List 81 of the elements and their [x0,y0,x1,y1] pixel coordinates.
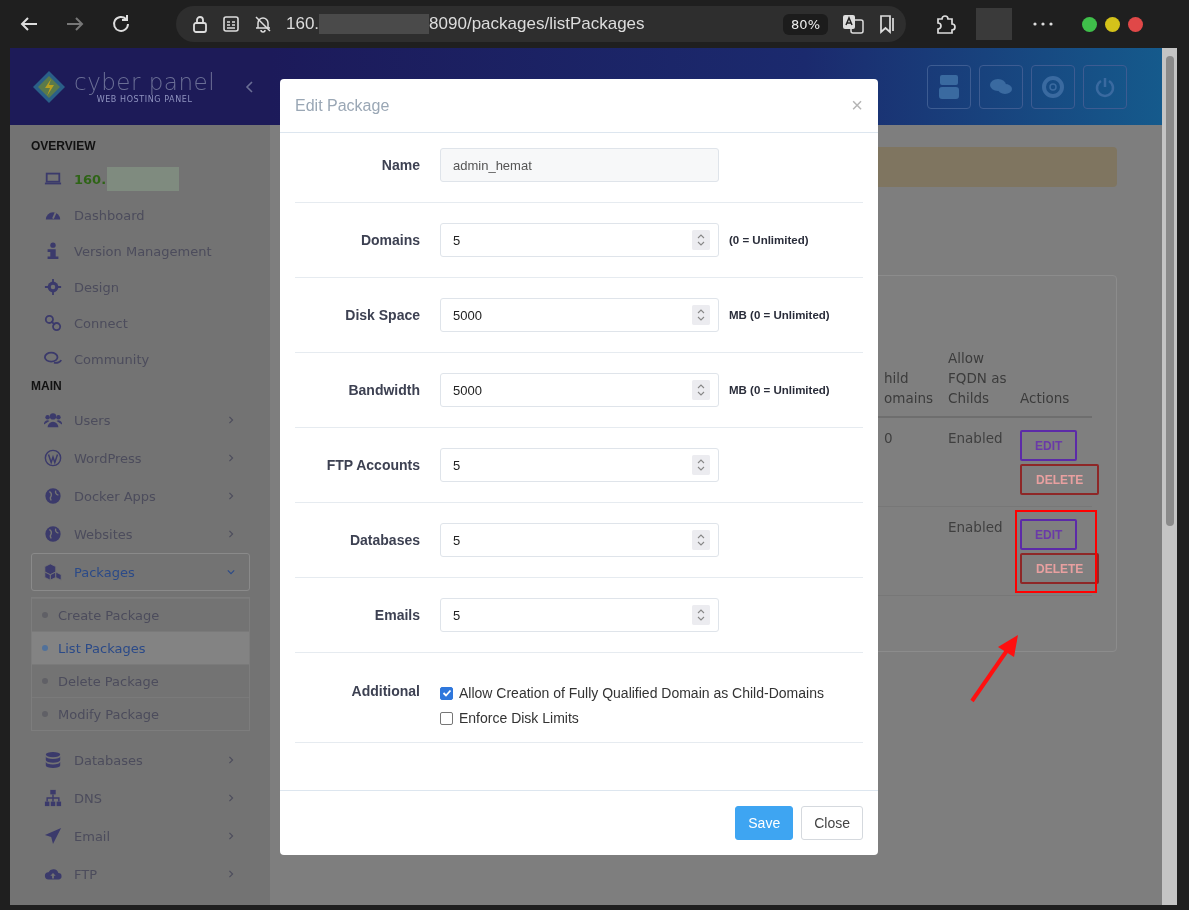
field-label: Domains [359,232,420,248]
menu-icon [44,278,62,296]
chevron-icon [227,755,235,765]
bookmarks-icon[interactable] [878,14,896,34]
input-field[interactable]: 5000 [440,373,719,407]
translate-icon[interactable] [842,14,864,34]
more-icon[interactable] [1032,21,1054,27]
menu-icon [44,563,62,581]
checkbox-option[interactable]: Enforce Disk Limits [440,710,824,726]
chevron-icon [227,831,235,841]
table-cell: Enabled [948,519,1003,535]
input-field[interactable]: 5 [440,598,719,632]
chevron-icon [227,567,235,577]
checkbox[interactable] [440,686,453,700]
hint-text: (0 = Unlimited) [729,234,809,246]
save-button[interactable]: Save [735,806,794,840]
column-header: Allow FQDN as Childs [948,348,1020,418]
address-bar[interactable]: 160. 8090/packages/listPackages 80% [176,6,906,42]
menu-icon [44,314,62,332]
delete-button[interactable]: DELETE [1020,464,1100,495]
edit-button[interactable]: EDIT [1020,430,1078,461]
maximize-button[interactable] [1105,16,1120,32]
chevron-icon [227,491,235,501]
lifebuoy-icon [1041,74,1065,99]
reader-icon[interactable] [222,15,240,33]
checkbox-option[interactable]: Allow Creation of Fully Qualified Domain as Child-Domains [440,685,824,701]
menu-item[interactable]: Packages [31,553,250,591]
input-field[interactable]: admin_hemat [440,148,719,182]
input-field[interactable]: 5000 [440,298,719,332]
menu-icon [44,827,62,845]
field-label: Emails [373,607,420,623]
menu-icon [44,525,62,543]
chevron-icon [227,453,235,463]
table-cell: 0 [884,430,893,446]
section-title: MAIN [31,379,63,393]
chevron-icon [227,529,235,539]
field-label: Bandwidth [347,382,420,398]
logo-text: cyber panel [74,69,216,95]
scrollbar[interactable] [1162,48,1177,905]
field-label: FTP Accounts [325,457,420,473]
submenu-item[interactable]: List Packages [32,631,249,664]
zoom-level[interactable]: 80% [783,13,828,35]
dialog-title: Edit Package [295,96,390,115]
power-icon [1094,75,1116,98]
hint-text: MB (0 = Unlimited) [729,384,830,396]
hint-text: MB (0 = Unlimited) [729,309,830,321]
server-item[interactable]: 160. [31,161,250,197]
extensions-icon[interactable] [934,13,956,35]
input-field[interactable]: 5 [440,448,719,482]
close-button[interactable] [1128,16,1143,32]
chevron-icon [227,415,235,425]
menu-icon [44,411,62,429]
url-text: 8090/packages/listPackages [429,14,645,34]
chevron-icon [227,869,235,879]
field-label: Additional [350,682,420,699]
field-label: Name [380,157,420,173]
table-cell: Enabled [948,430,1003,446]
input-field[interactable]: 5 [440,223,719,257]
minimize-button[interactable] [1082,16,1097,32]
close-button[interactable]: × [851,94,863,117]
url-text: 160. [286,14,320,34]
chat-icon [989,76,1013,97]
notifications-off-icon[interactable] [254,15,272,33]
menu-icon [44,487,62,505]
lock-icon[interactable] [192,15,208,33]
logo-tagline: WEB HOSTING PANEL [96,95,193,104]
edit-button[interactable]: EDIT [1020,519,1078,550]
chevron-icon [227,793,235,803]
column-header: Actions [1020,388,1092,418]
delete-button[interactable]: DELETE [1020,553,1100,584]
menu-icon [44,751,62,769]
input-field[interactable]: 5 [440,523,719,557]
menu-icon [44,789,62,807]
section-title: OVERVIEW [31,139,97,153]
menu-icon [44,449,62,467]
collapse-icon[interactable] [245,79,256,94]
field-label: Disk Space [344,307,420,323]
field-label: Databases [348,532,420,548]
checkbox[interactable] [440,711,453,725]
close-dialog-button[interactable]: Close [801,806,863,840]
logo-icon [32,69,66,104]
